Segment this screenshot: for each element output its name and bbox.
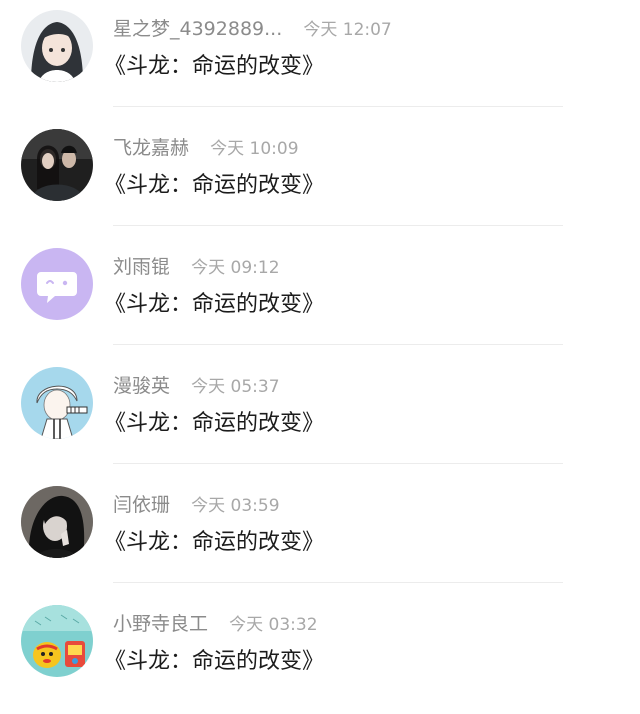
username[interactable]: 漫骏英 — [113, 371, 170, 398]
timestamp: 今天 03:59 — [191, 496, 280, 516]
timestamp: 今天 10:09 — [210, 139, 299, 159]
list-item[interactable]: 飞龙嘉赫 今天 10:09 《斗龙：命运的改变》 — [0, 119, 640, 238]
username[interactable]: 小野寺良工 — [113, 609, 208, 636]
divider — [113, 225, 563, 226]
username[interactable]: 星之梦_4392889... — [113, 14, 282, 41]
comment-meta: 小野寺良工 今天 03:32 — [113, 609, 318, 636]
comment-meta: 星之梦_4392889... 今天 12:07 — [113, 14, 392, 41]
comment-meta: 闫依珊 今天 03:59 — [113, 490, 280, 517]
list-item[interactable]: 小野寺良工 今天 03:32 《斗龙：命运的改变》 — [0, 595, 640, 714]
comment-meta: 飞龙嘉赫 今天 10:09 — [113, 133, 299, 160]
default-chat-avatar-icon[interactable] — [21, 248, 93, 320]
comment-text: 《斗龙：命运的改变》 — [104, 173, 325, 198]
dark-anime-avatar-icon[interactable] — [21, 486, 93, 558]
anime-boy-avatar-icon[interactable] — [21, 367, 93, 439]
divider — [113, 582, 563, 583]
username[interactable]: 飞龙嘉赫 — [113, 133, 189, 160]
colorful-cartoon-avatar-icon[interactable] — [21, 605, 93, 677]
timestamp: 今天 03:32 — [229, 615, 318, 635]
timestamp: 今天 05:37 — [191, 377, 280, 397]
comment-meta: 漫骏英 今天 05:37 — [113, 371, 280, 398]
divider — [113, 106, 563, 107]
timestamp: 今天 12:07 — [303, 20, 392, 40]
comment-text: 《斗龙：命运的改变》 — [104, 411, 325, 436]
anime-girl-avatar-icon[interactable] — [21, 10, 93, 82]
list-item[interactable]: 刘雨锟 今天 09:12 《斗龙：命运的改变》 — [0, 238, 640, 357]
comment-text: 《斗龙：命运的改变》 — [104, 530, 325, 555]
comment-text: 《斗龙：命运的改变》 — [104, 54, 325, 79]
comment-meta: 刘雨锟 今天 09:12 — [113, 252, 280, 279]
list-item[interactable]: 漫骏英 今天 05:37 《斗龙：命运的改变》 — [0, 357, 640, 476]
username[interactable]: 刘雨锟 — [113, 252, 170, 279]
photo-couple-avatar-icon[interactable] — [21, 129, 93, 201]
list-item[interactable]: 星之梦_4392889... 今天 12:07 《斗龙：命运的改变》 — [0, 0, 640, 119]
comment-text: 《斗龙：命运的改变》 — [104, 292, 325, 317]
username[interactable]: 闫依珊 — [113, 490, 170, 517]
comment-feed: 星之梦_4392889... 今天 12:07 《斗龙：命运的改变》 飞龙嘉赫 … — [0, 0, 640, 695]
divider — [113, 344, 563, 345]
timestamp: 今天 09:12 — [191, 258, 280, 278]
list-item[interactable]: 闫依珊 今天 03:59 《斗龙：命运的改变》 — [0, 476, 640, 595]
divider — [113, 463, 563, 464]
comment-text: 《斗龙：命运的改变》 — [104, 649, 325, 674]
